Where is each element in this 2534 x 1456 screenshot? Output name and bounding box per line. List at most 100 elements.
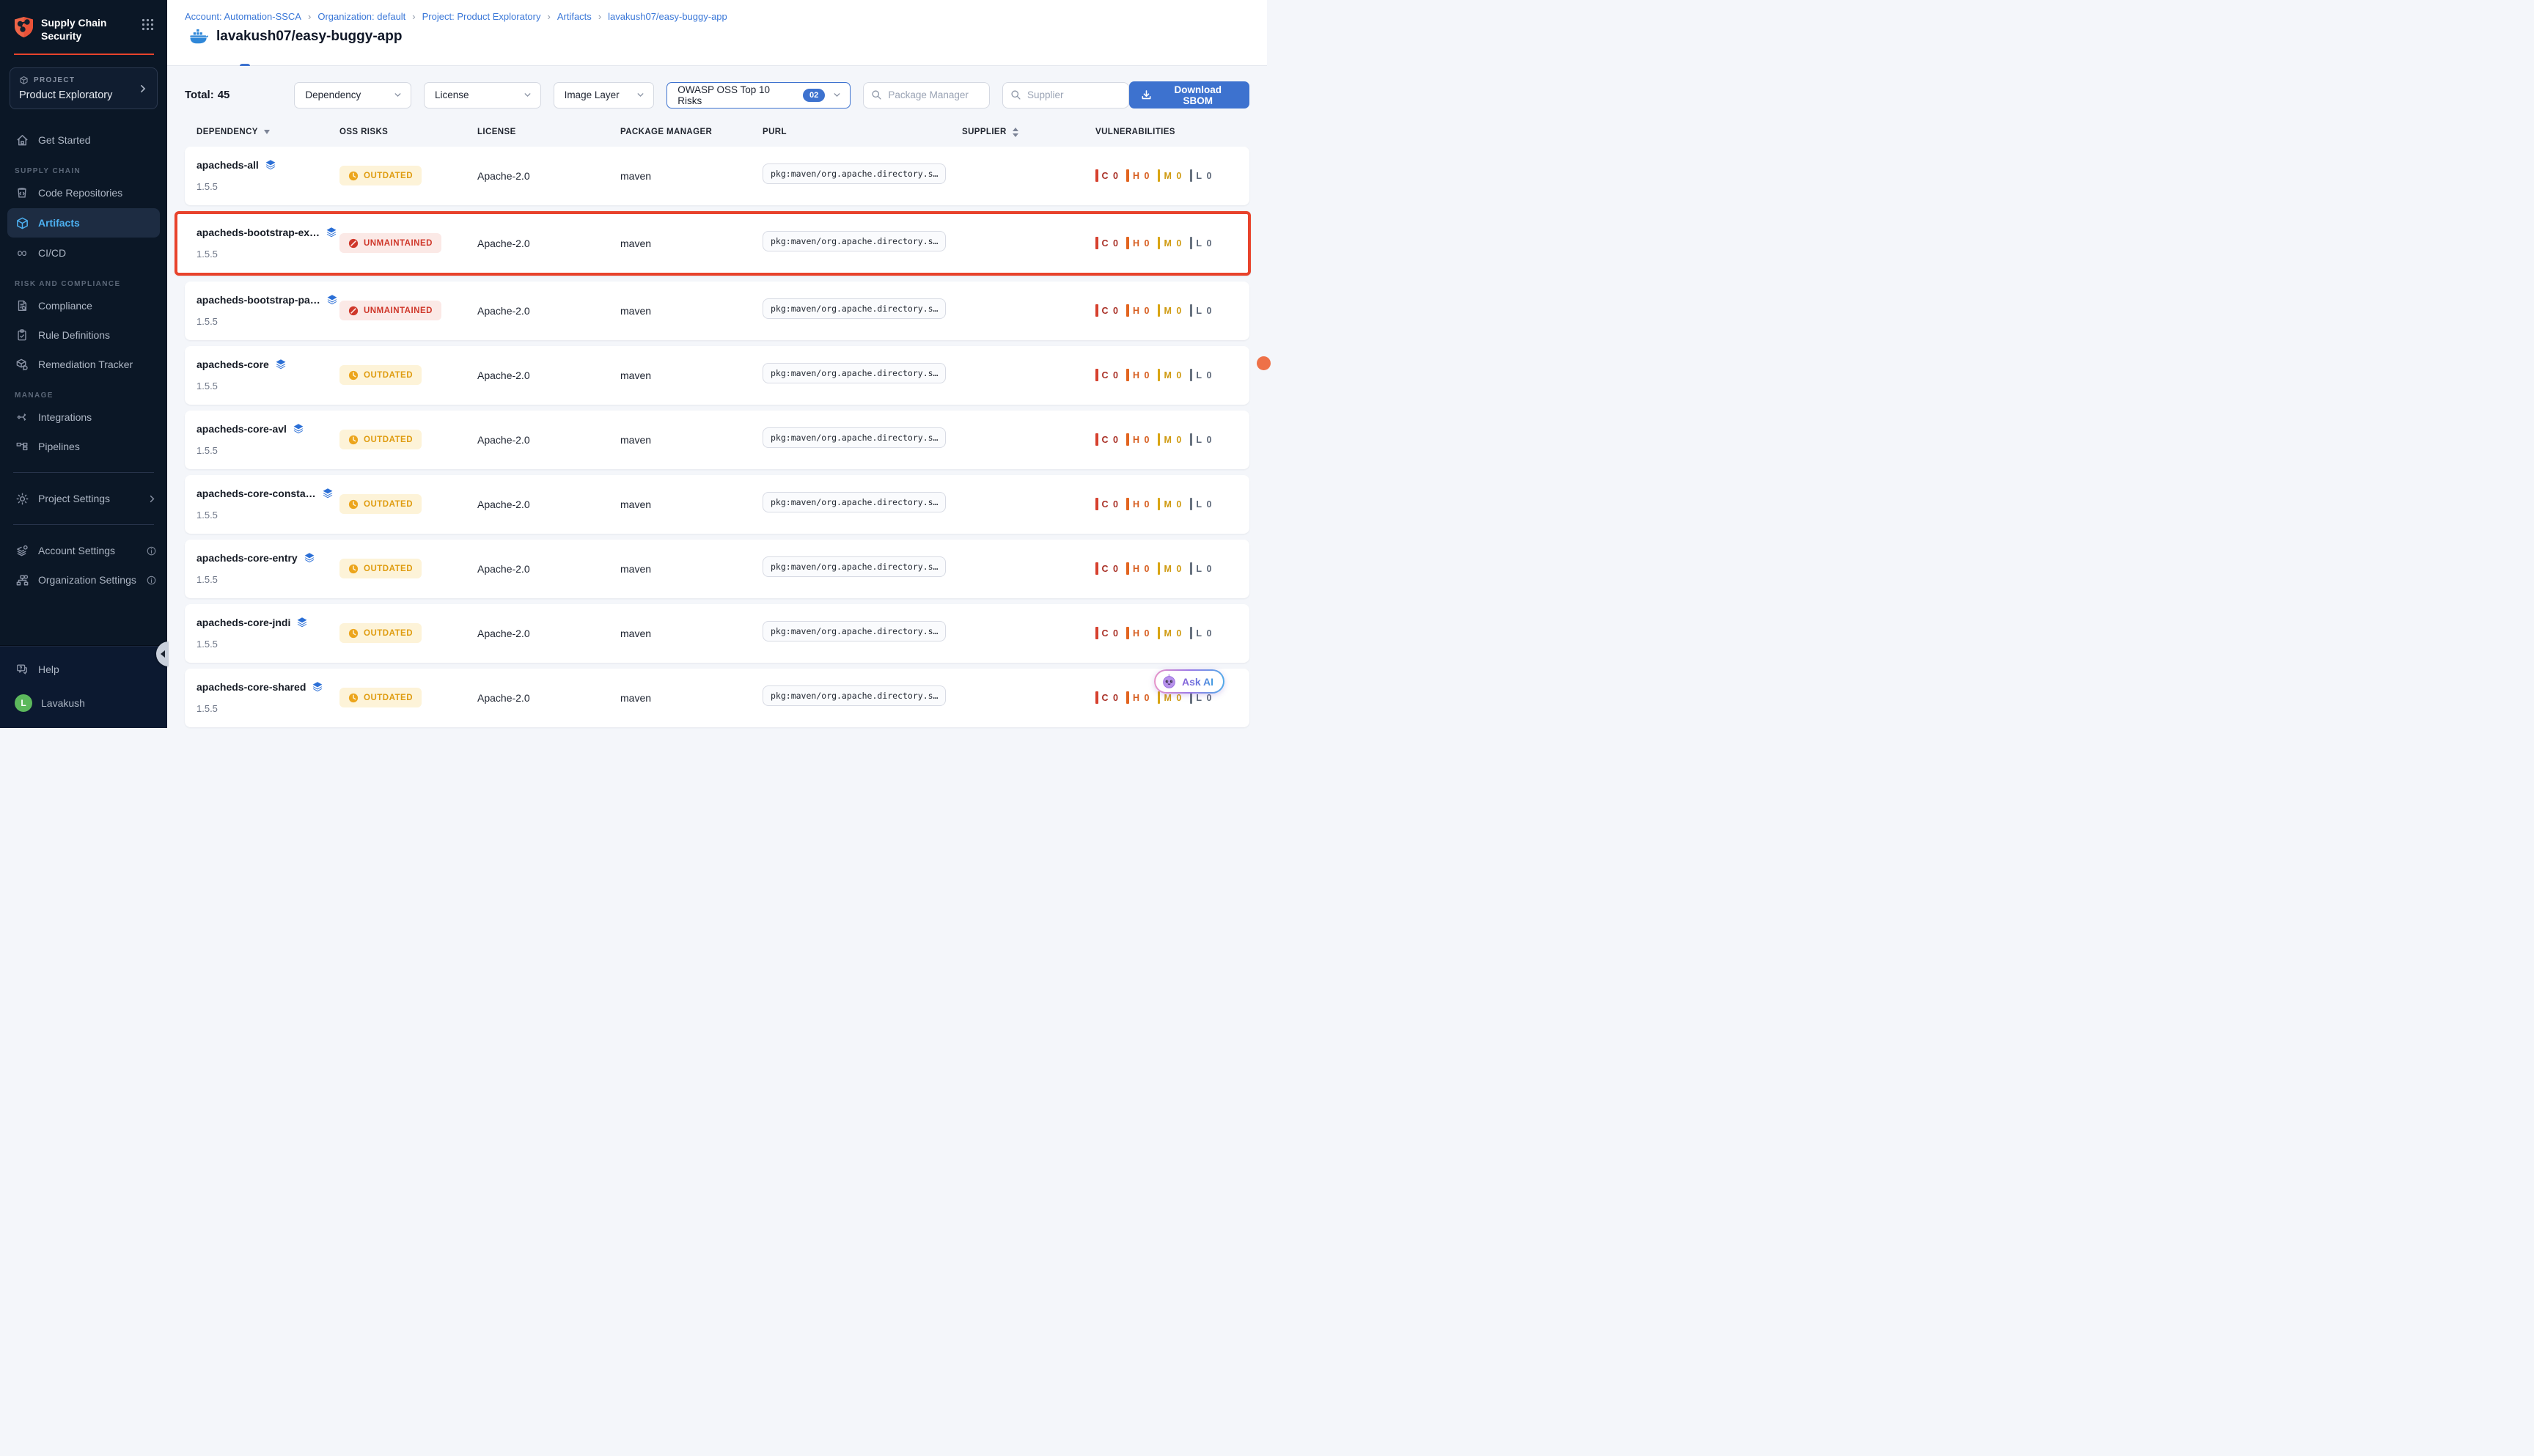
supplier-input[interactable] bbox=[1027, 89, 1121, 100]
vulnerabilities-cell: C0 H0 M0 L0 bbox=[1095, 237, 1248, 249]
help-chat-icon bbox=[15, 663, 29, 676]
purl-pill[interactable]: pkg:maven/org.apache.directory.s… bbox=[763, 427, 946, 448]
sidebar-item-code-repositories[interactable]: Code Repositories bbox=[0, 178, 167, 207]
image-layers-icon bbox=[293, 423, 304, 435]
oss-risk-badge: OUTDATED bbox=[339, 494, 422, 514]
table-row[interactable]: apacheds-bootstrap-ex… 1.5.5 bbox=[175, 211, 1251, 276]
table-row[interactable]: apacheds-core-shared 1.5.5 bbox=[185, 669, 1249, 727]
filter-dropdown[interactable]: Dependency bbox=[294, 82, 411, 109]
breadcrumb-link[interactable]: Account: Automation-SSCA bbox=[185, 11, 301, 22]
info-icon[interactable] bbox=[146, 545, 157, 556]
column-header-dependency[interactable]: DEPENDENCY bbox=[197, 128, 339, 136]
license-cell: Apache-2.0 bbox=[477, 434, 620, 446]
download-icon bbox=[1141, 89, 1152, 100]
brand-accent-line bbox=[14, 54, 154, 55]
breadcrumb-link[interactable]: Organization: default bbox=[317, 11, 405, 22]
column-header-purl: PURL bbox=[763, 128, 962, 136]
purl-pill[interactable]: pkg:maven/org.apache.directory.s… bbox=[763, 363, 946, 383]
purl-pill[interactable]: pkg:maven/org.apache.directory.s… bbox=[763, 231, 946, 251]
table-row[interactable]: apacheds-core-jndi 1.5.5 bbox=[185, 604, 1249, 663]
divider bbox=[13, 472, 154, 473]
dependency-version: 1.5.5 bbox=[197, 445, 339, 456]
purl-pill[interactable]: pkg:maven/org.apache.directory.s… bbox=[763, 492, 946, 512]
integrations-icon bbox=[15, 411, 29, 424]
project-label: PROJECT bbox=[34, 76, 75, 84]
table-row[interactable]: apacheds-bootstrap-pa… 1.5.5 bbox=[185, 282, 1249, 340]
info-icon[interactable] bbox=[146, 575, 157, 586]
sidebar-item-label: Help bbox=[38, 663, 59, 675]
chevron-down-icon bbox=[628, 90, 645, 100]
sidebar-item-label: Organization Settings bbox=[38, 574, 136, 586]
critical-count: C0 bbox=[1095, 562, 1118, 575]
clock-icon bbox=[348, 564, 359, 574]
chevron-down-icon bbox=[515, 90, 532, 100]
project-selector[interactable]: PROJECT Product Exploratory bbox=[10, 67, 158, 109]
critical-count: C0 bbox=[1095, 627, 1118, 639]
critical-count: C0 bbox=[1095, 169, 1118, 182]
breadcrumb-link[interactable]: Project: Product Exploratory bbox=[422, 11, 541, 22]
package-manager-input[interactable] bbox=[888, 89, 982, 100]
purl-pill[interactable]: pkg:maven/org.apache.directory.s… bbox=[763, 556, 946, 577]
purl-pill[interactable]: pkg:maven/org.apache.directory.s… bbox=[763, 163, 946, 184]
breadcrumb-link[interactable]: Artifacts bbox=[557, 11, 592, 22]
sidebar-item-remediation-tracker[interactable]: Remediation Tracker bbox=[0, 350, 167, 379]
table-row[interactable]: apacheds-core 1.5.5 bbox=[185, 346, 1249, 405]
purl-pill[interactable]: pkg:maven/org.apache.directory.s… bbox=[763, 298, 946, 319]
purl-pill[interactable]: pkg:maven/org.apache.directory.s… bbox=[763, 621, 946, 641]
sidebar-item-integrations[interactable]: Integrations bbox=[0, 402, 167, 432]
dependency-version: 1.5.5 bbox=[197, 380, 339, 391]
project-name: Product Exploratory bbox=[19, 89, 138, 101]
column-header-supplier[interactable]: SUPPLIER bbox=[962, 128, 1095, 137]
layers-gear-icon bbox=[15, 544, 29, 558]
table-row[interactable]: apacheds-core-entry 1.5.5 bbox=[185, 540, 1249, 598]
dependency-table: apacheds-all 1.5.5 bbox=[185, 147, 1249, 727]
sidebar-item-label: Artifacts bbox=[38, 217, 80, 229]
page-header: Account: Automation-SSCA › Organization:… bbox=[167, 0, 1267, 66]
image-layers-icon bbox=[296, 617, 308, 628]
sidebar-item-pipelines[interactable]: Pipelines bbox=[0, 432, 167, 461]
sidebar-item-organization-settings[interactable]: Organization Settings bbox=[0, 565, 167, 595]
dependency-version: 1.5.5 bbox=[197, 574, 339, 585]
oss-risk-cell: OUTDATED bbox=[339, 559, 477, 578]
gear-icon bbox=[15, 492, 29, 506]
filter-dropdown[interactable]: OWASP OSS Top 10 Risks 02 bbox=[666, 82, 851, 109]
search-icon bbox=[871, 89, 882, 100]
vulnerabilities-cell: C0 H0 M0 L0 bbox=[1095, 304, 1249, 317]
cube-icon bbox=[19, 76, 29, 85]
column-header-vulnerabilities: VULNERABILITIES bbox=[1095, 128, 1249, 136]
user-menu[interactable]: L Lavakush bbox=[0, 688, 167, 718]
medium-count: M0 bbox=[1158, 169, 1182, 182]
box-wrench-icon bbox=[15, 358, 29, 372]
chevron-down-icon bbox=[825, 90, 842, 100]
table-row[interactable]: apacheds-all 1.5.5 bbox=[185, 147, 1249, 205]
sidebar-item-artifacts[interactable]: Artifacts bbox=[7, 208, 160, 238]
download-sbom-button[interactable]: Download SBOM bbox=[1129, 81, 1249, 109]
dependency-version: 1.5.5 bbox=[197, 703, 339, 714]
critical-count: C0 bbox=[1095, 237, 1118, 249]
low-count: L0 bbox=[1190, 369, 1212, 381]
low-count: L0 bbox=[1190, 627, 1212, 639]
sidebar-item-rule-definitions[interactable]: Rule Definitions bbox=[0, 320, 167, 350]
filter-dropdown[interactable]: License bbox=[424, 82, 541, 109]
table-row[interactable]: apacheds-core-avl 1.5.5 bbox=[185, 411, 1249, 469]
breadcrumb-separator-icon: › bbox=[308, 11, 311, 22]
vulnerabilities-cell: C0 H0 M0 L0 bbox=[1095, 562, 1249, 575]
purl-cell: pkg:maven/org.apache.directory.s… bbox=[763, 556, 962, 581]
sidebar-item-cicd[interactable]: ∞ CI/CD bbox=[0, 238, 167, 268]
ask-ai-button[interactable]: Ask AI bbox=[1154, 669, 1224, 694]
filter-dropdown[interactable]: Image Layer bbox=[554, 82, 655, 109]
table-row[interactable]: apacheds-core-consta… 1.5.5 bbox=[185, 475, 1249, 534]
sidebar-item-account-settings[interactable]: Account Settings bbox=[0, 536, 167, 565]
sidebar-item-get-started[interactable]: Get Started bbox=[0, 125, 167, 155]
breadcrumb-link[interactable]: lavakush07/easy-buggy-app bbox=[608, 11, 727, 22]
edge-notification-dot[interactable] bbox=[1257, 356, 1271, 370]
high-count: H0 bbox=[1126, 369, 1149, 381]
sidebar-item-help[interactable]: Help bbox=[0, 655, 167, 684]
supplier-search bbox=[1002, 82, 1129, 109]
sidebar-item-compliance[interactable]: Compliance bbox=[0, 291, 167, 320]
search-icon bbox=[1010, 89, 1021, 100]
apps-grid-icon[interactable] bbox=[142, 18, 154, 31]
purl-pill[interactable]: pkg:maven/org.apache.directory.s… bbox=[763, 685, 946, 706]
total-count: Total:45 bbox=[185, 89, 229, 101]
sidebar-item-project-settings[interactable]: Project Settings bbox=[0, 484, 167, 513]
